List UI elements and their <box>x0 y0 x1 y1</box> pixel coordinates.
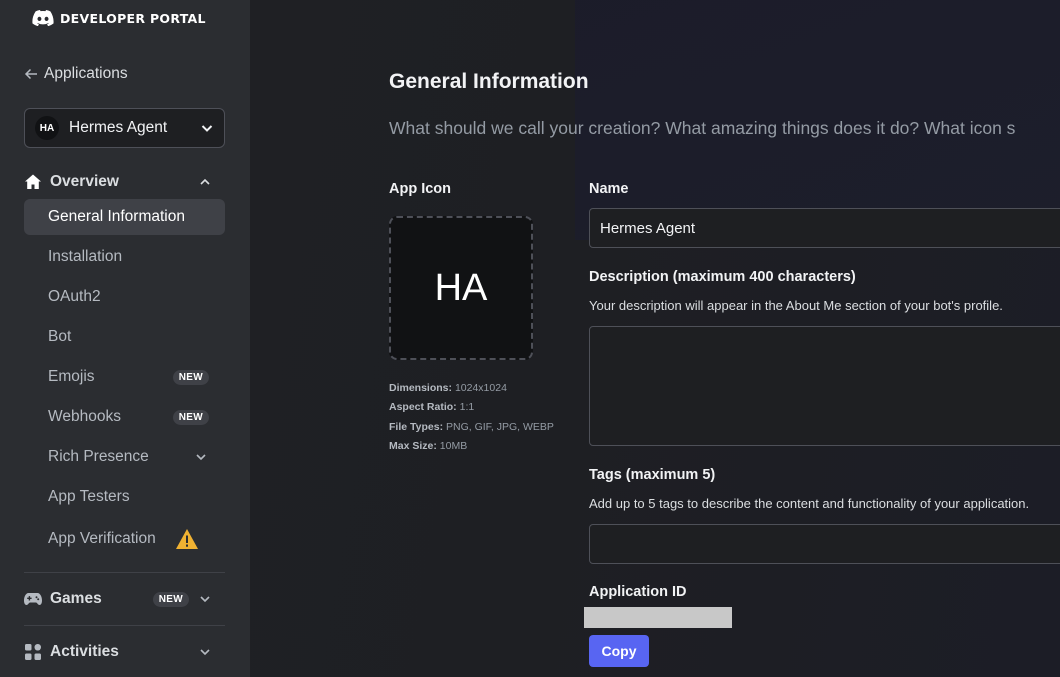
discord-logo-icon <box>32 10 54 26</box>
sidebar-item-label: App Testers <box>48 488 130 505</box>
tags-help: Add up to 5 tags to describe the content… <box>589 496 1030 511</box>
main-content: General Information What should we call … <box>250 0 1060 677</box>
aspect-ratio-label: Aspect Ratio: <box>389 401 457 414</box>
section-games[interactable]: Games NEW <box>24 587 225 611</box>
file-types-label: File Types: <box>389 420 444 433</box>
gamepad-icon <box>24 590 42 608</box>
warning-icon <box>176 529 198 549</box>
chevron-down-icon <box>200 596 210 603</box>
app-selector-dropdown[interactable]: HA Hermes Agent <box>24 108 225 148</box>
sidebar-item-app-verification[interactable]: App Verification <box>24 521 225 557</box>
description-label: Description (maximum 400 characters) <box>589 269 856 285</box>
section-overview[interactable]: Overview <box>24 170 225 194</box>
app-selector-name: Hermes Agent <box>69 119 168 136</box>
description-help: Your description will appear in the Abou… <box>589 298 1003 313</box>
sidebar-item-emojis[interactable]: Emojis NEW <box>24 359 225 395</box>
section-activities[interactable]: Activities <box>24 640 225 664</box>
new-badge: NEW <box>172 369 209 385</box>
sidebar-item-label: App Verification <box>48 530 156 547</box>
aspect-ratio-value: 1:1 <box>459 401 475 414</box>
dimensions-label: Dimensions: <box>389 382 453 394</box>
back-link-label: Applications <box>44 65 128 82</box>
sidebar-item-app-testers[interactable]: App Testers <box>24 479 225 515</box>
name-input-value: Hermes Agent <box>600 219 696 237</box>
section-activities-label: Activities <box>50 643 119 660</box>
name-label: Name <box>589 181 629 197</box>
application-id-value-redacted <box>584 607 732 628</box>
sidebar-item-general-information[interactable]: General Information <box>24 199 225 235</box>
new-badge: NEW <box>172 409 209 425</box>
page-title: General Information <box>389 70 589 93</box>
sidebar-item-label: General Information <box>48 208 185 225</box>
chevron-down-icon <box>201 125 213 132</box>
arrow-left-icon <box>24 68 37 80</box>
name-input[interactable]: Hermes Agent <box>589 208 1060 248</box>
description-textarea[interactable] <box>589 326 1060 446</box>
brand[interactable]: DEVELOPER PORTAL <box>32 8 206 28</box>
sidebar-item-installation[interactable]: Installation <box>24 239 225 275</box>
sidebar-item-bot[interactable]: Bot <box>24 319 225 355</box>
tags-label: Tags (maximum 5) <box>589 467 716 483</box>
section-games-label: Games <box>50 590 102 607</box>
sidebar-divider <box>24 625 225 626</box>
section-overview-label: Overview <box>50 173 119 190</box>
sidebar-item-label: OAuth2 <box>48 288 101 305</box>
file-types-value: PNG, GIF, JPG, WEBP <box>446 420 554 433</box>
activities-icon <box>24 643 42 661</box>
sidebar-item-label: Webhooks <box>48 408 121 425</box>
chevron-down-icon <box>196 454 206 461</box>
sidebar-item-rich-presence[interactable]: Rich Presence <box>24 439 225 475</box>
app-icon-upload[interactable]: HA <box>389 216 533 360</box>
application-id-label: Application ID <box>589 584 687 600</box>
tags-input[interactable] <box>589 524 1060 564</box>
copy-application-id-button[interactable]: Copy <box>589 635 649 667</box>
back-to-applications-link[interactable]: Applications <box>24 64 128 84</box>
sidebar-item-label: Installation <box>48 248 123 265</box>
home-icon <box>24 173 42 191</box>
chevron-down-icon <box>200 649 210 656</box>
max-size-label: Max Size: <box>389 439 437 452</box>
app-icon-initials: HA <box>434 266 488 309</box>
sidebar-item-webhooks[interactable]: Webhooks NEW <box>24 399 225 435</box>
sidebar: DEVELOPER PORTAL Applications HA Hermes … <box>0 0 250 677</box>
max-size-value: 10MB <box>439 439 468 452</box>
sidebar-divider <box>24 572 225 573</box>
sidebar-item-label: Emojis <box>48 368 95 385</box>
sidebar-item-oauth2[interactable]: OAuth2 <box>24 279 225 315</box>
new-badge: NEW <box>152 591 189 607</box>
app-icon-requirements: Dimensions: 1024x1024 Aspect Ratio: 1:1 … <box>389 379 554 456</box>
dimensions-value: 1024x1024 <box>454 382 507 394</box>
app-avatar: HA <box>35 116 59 140</box>
page-subtitle: What should we call your creation? What … <box>389 118 1016 138</box>
app-icon-label: App Icon <box>389 181 452 197</box>
chevron-up-icon <box>200 178 210 185</box>
sidebar-item-label: Rich Presence <box>48 448 149 465</box>
sidebar-item-label: Bot <box>48 328 72 345</box>
brand-name: DEVELOPER PORTAL <box>60 10 206 26</box>
